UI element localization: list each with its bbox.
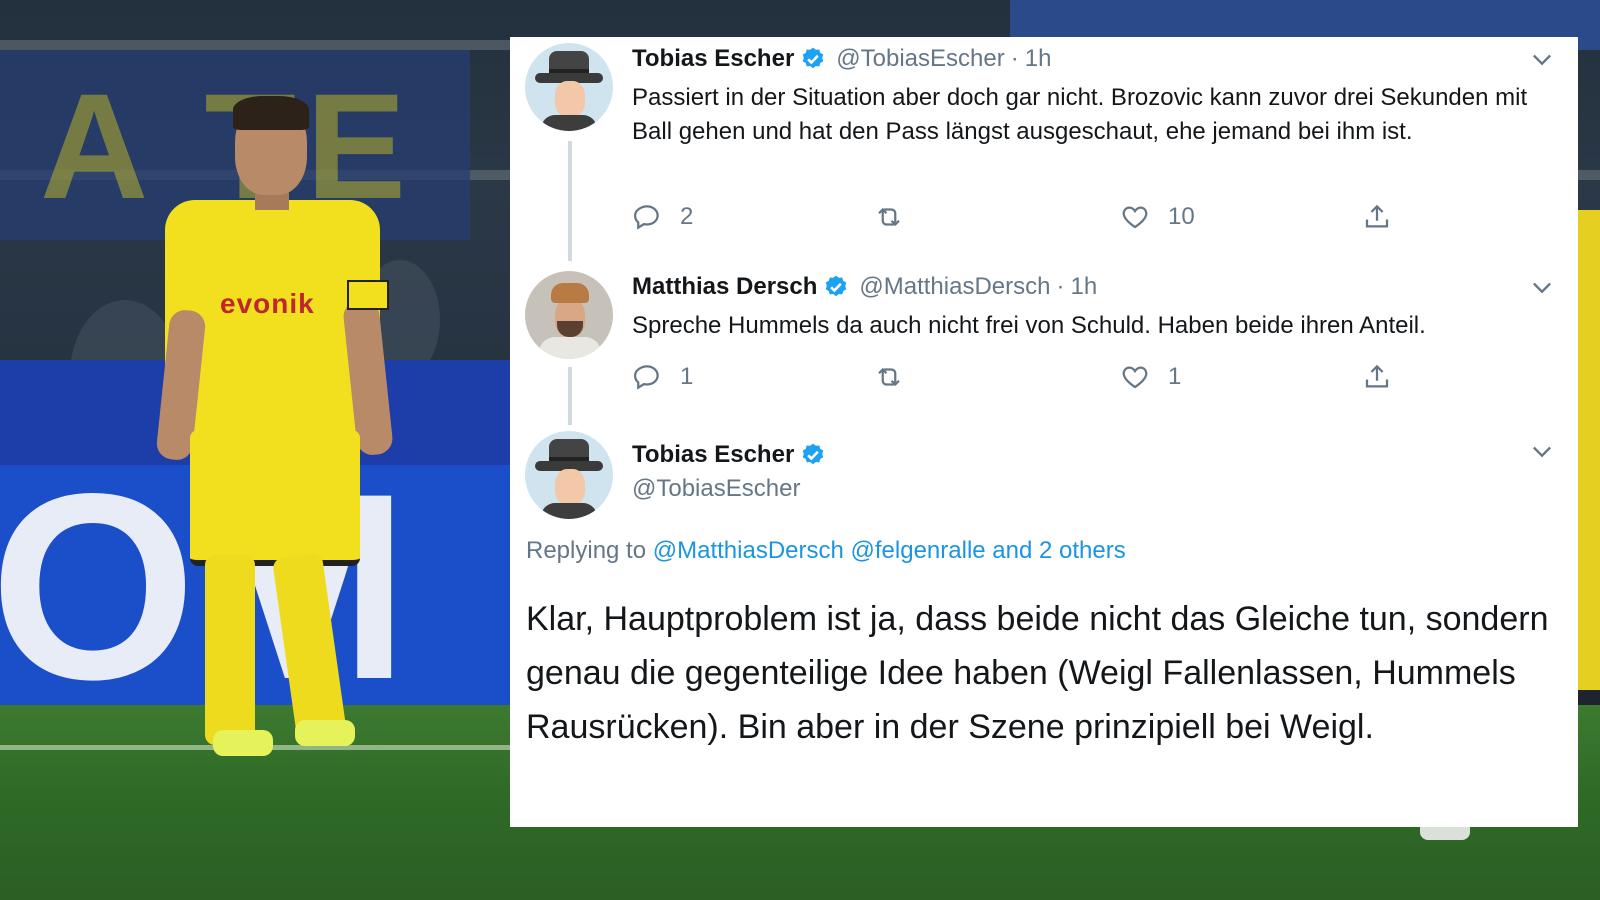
tweet-item[interactable]: Matthias Dersch @MatthiasDersch · 1h Spr… xyxy=(510,267,1578,427)
tweet-item[interactable]: Tobias Escher @TobiasEscher · 1h Passier… xyxy=(510,37,1578,267)
reply-button[interactable]: 1 xyxy=(632,357,693,397)
jersey-sponsor: evonik xyxy=(220,288,315,319)
mention-link[interactable]: @felgenralle xyxy=(851,537,986,564)
captain-armband xyxy=(347,280,389,310)
reply-count: 1 xyxy=(680,363,694,390)
handle[interactable]: @TobiasEscher xyxy=(836,45,1004,73)
others-link[interactable]: and 2 others xyxy=(992,537,1125,564)
replying-to: Replying to @MatthiasDersch @felgenralle… xyxy=(526,537,1126,565)
reply-icon xyxy=(633,205,659,230)
chevron-down-icon[interactable] xyxy=(1528,437,1556,465)
player-shorts xyxy=(190,430,360,566)
retweet-icon xyxy=(878,367,900,387)
timestamp[interactable]: 1h xyxy=(1025,45,1052,73)
verified-badge-icon xyxy=(826,275,847,297)
like-button[interactable]: 10 xyxy=(1120,197,1195,237)
mention-link[interactable]: @MatthiasDersch xyxy=(653,537,844,564)
verified-badge-icon xyxy=(802,47,824,69)
like-icon xyxy=(1122,206,1148,229)
timestamp[interactable]: 1h xyxy=(1070,273,1097,301)
display-name[interactable]: Tobias Escher xyxy=(632,441,794,469)
avatar[interactable] xyxy=(525,431,613,519)
chevron-down-icon[interactable] xyxy=(1528,45,1556,73)
retweet-button[interactable] xyxy=(874,357,922,397)
like-button[interactable]: 1 xyxy=(1120,357,1181,397)
separator-dot: · xyxy=(1056,273,1065,300)
handle[interactable]: @TobiasEscher xyxy=(632,475,800,503)
player-hair xyxy=(233,96,309,130)
player-leg xyxy=(205,555,255,745)
player-boot xyxy=(295,720,355,746)
main-tweet-text: Klar, Hauptproblem ist ja, dass beide ni… xyxy=(526,600,1549,746)
tweet-text: Spreche Hummels da auch nicht frei von S… xyxy=(632,312,1426,339)
like-count: 1 xyxy=(1168,363,1182,390)
share-icon xyxy=(1365,364,1389,388)
retweet-icon xyxy=(878,207,900,227)
thread-line xyxy=(568,141,572,261)
tweet-actions: 2 10 xyxy=(632,197,1512,237)
reply-icon xyxy=(633,365,659,390)
like-count: 10 xyxy=(1168,203,1195,230)
like-icon xyxy=(1122,366,1148,389)
share-icon xyxy=(1365,204,1389,228)
separator-dot: · xyxy=(1010,45,1019,72)
retweet-button[interactable] xyxy=(874,197,922,237)
share-button[interactable] xyxy=(1362,357,1392,397)
replying-to-label: Replying to xyxy=(526,537,647,564)
thread-line xyxy=(568,367,572,425)
chevron-down-icon[interactable] xyxy=(1528,273,1556,301)
handle[interactable]: @MatthiasDersch xyxy=(859,273,1050,301)
reply-button[interactable]: 2 xyxy=(632,197,693,237)
tweet-text: Passiert in der Situation aber doch gar … xyxy=(632,84,1528,145)
display-name[interactable]: Matthias Dersch xyxy=(632,273,817,301)
reply-count: 2 xyxy=(680,203,694,230)
player-leg xyxy=(272,552,348,748)
player-boot xyxy=(213,730,273,756)
avatar[interactable] xyxy=(525,43,613,131)
player-figure: evonik xyxy=(155,96,395,780)
display-name[interactable]: Tobias Escher xyxy=(632,45,794,73)
avatar[interactable] xyxy=(525,271,613,359)
tweet-thread-card: Tobias Escher @TobiasEscher · 1h Passier… xyxy=(510,37,1578,827)
verified-badge-icon xyxy=(802,443,824,465)
tweet-actions: 1 1 xyxy=(632,357,1512,397)
share-button[interactable] xyxy=(1362,197,1392,237)
